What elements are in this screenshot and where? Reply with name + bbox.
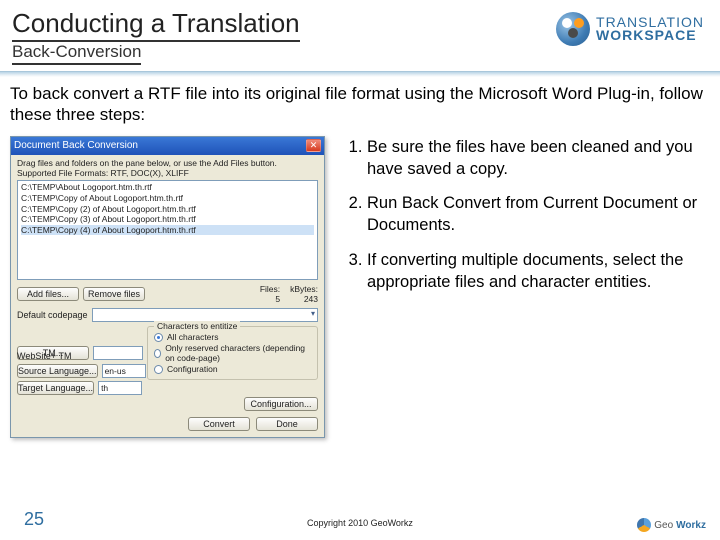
default-codepage-label: Default codepage [17, 310, 88, 320]
radio-configuration[interactable] [154, 365, 163, 374]
geoworkz-text-2: Workz [676, 520, 706, 531]
slide-subtitle: Back-Conversion [12, 42, 141, 65]
files-label: Files: [260, 284, 280, 294]
brand-logo-icon [556, 12, 590, 46]
kbytes-value: 243 [304, 294, 318, 304]
radio-only-label: Only reserved characters (depending on c… [165, 343, 311, 363]
list-item[interactable]: C:\TEMP\Copy (3) of About Logoport.htm.t… [21, 214, 314, 225]
slide-title: Conducting a Translation [12, 8, 300, 42]
list-item[interactable]: C:\TEMP\Copy of About Logoport.htm.th.rt… [21, 193, 314, 204]
list-item[interactable]: C:\TEMP\About Logoport.htm.th.rtf [21, 182, 314, 193]
remove-files-button[interactable]: Remove files [83, 287, 145, 301]
target-language-button[interactable]: Target Language... [17, 381, 94, 395]
dialog-title: Document Back Conversion [14, 140, 138, 151]
source-language-button[interactable]: Source Language... [17, 364, 98, 378]
geoworkz-text-1: Geo [654, 520, 673, 531]
convert-button[interactable]: Convert [188, 417, 250, 431]
brand-line2: WORKSPACE [596, 29, 704, 42]
radio-all-label: All characters [167, 332, 219, 342]
add-files-button[interactable]: Add files... [17, 287, 79, 301]
files-listbox[interactable]: C:\TEMP\About Logoport.htm.th.rtf C:\TEM… [17, 180, 318, 280]
target-language-field[interactable]: th [98, 381, 142, 395]
default-codepage-combo[interactable] [92, 308, 318, 322]
steps-list: Be sure the files have been cleaned and … [337, 136, 706, 439]
step-item: Be sure the files have been cleaned and … [367, 136, 706, 181]
done-button[interactable]: Done [256, 417, 318, 431]
source-language-field[interactable]: en-us [102, 364, 146, 378]
radio-only-reserved[interactable] [154, 349, 161, 358]
close-icon[interactable]: ✕ [306, 139, 321, 152]
dialog-instruction-1: Drag files and folders on the pane below… [17, 159, 318, 168]
kbytes-label: kBytes: [290, 284, 318, 294]
lead-paragraph: To back convert a RTF file into its orig… [10, 83, 706, 126]
dialog-instruction-2: Supported File Formats: RTF, DOC(X), XLI… [17, 169, 318, 178]
list-item[interactable]: C:\TEMP\Copy (4) of About Logoport.htm.t… [21, 225, 314, 236]
chars-group-title: Characters to entitize [154, 321, 240, 331]
radio-config-label: Configuration [167, 364, 218, 374]
brand-logo-block: TRANSLATION WORKSPACE [556, 12, 704, 46]
radio-all-chars[interactable] [154, 333, 163, 342]
list-item[interactable]: C:\TEMP\Copy (2) of About Logoport.htm.t… [21, 204, 314, 215]
configuration-button[interactable]: Configuration... [244, 397, 318, 411]
back-conversion-dialog: Document Back Conversion ✕ Drag files an… [10, 136, 325, 439]
step-item: Run Back Convert from Current Document o… [367, 192, 706, 237]
copyright-text: Copyright 2010 GeoWorkz [0, 518, 720, 528]
website-tm-label: WebSite+ TM [17, 351, 89, 361]
files-count: 5 [275, 294, 280, 304]
geoworkz-icon [637, 518, 651, 532]
tm-field[interactable] [93, 346, 143, 360]
footer-logo: GeoWorkz [637, 518, 706, 532]
step-item: If converting multiple documents, select… [367, 249, 706, 294]
